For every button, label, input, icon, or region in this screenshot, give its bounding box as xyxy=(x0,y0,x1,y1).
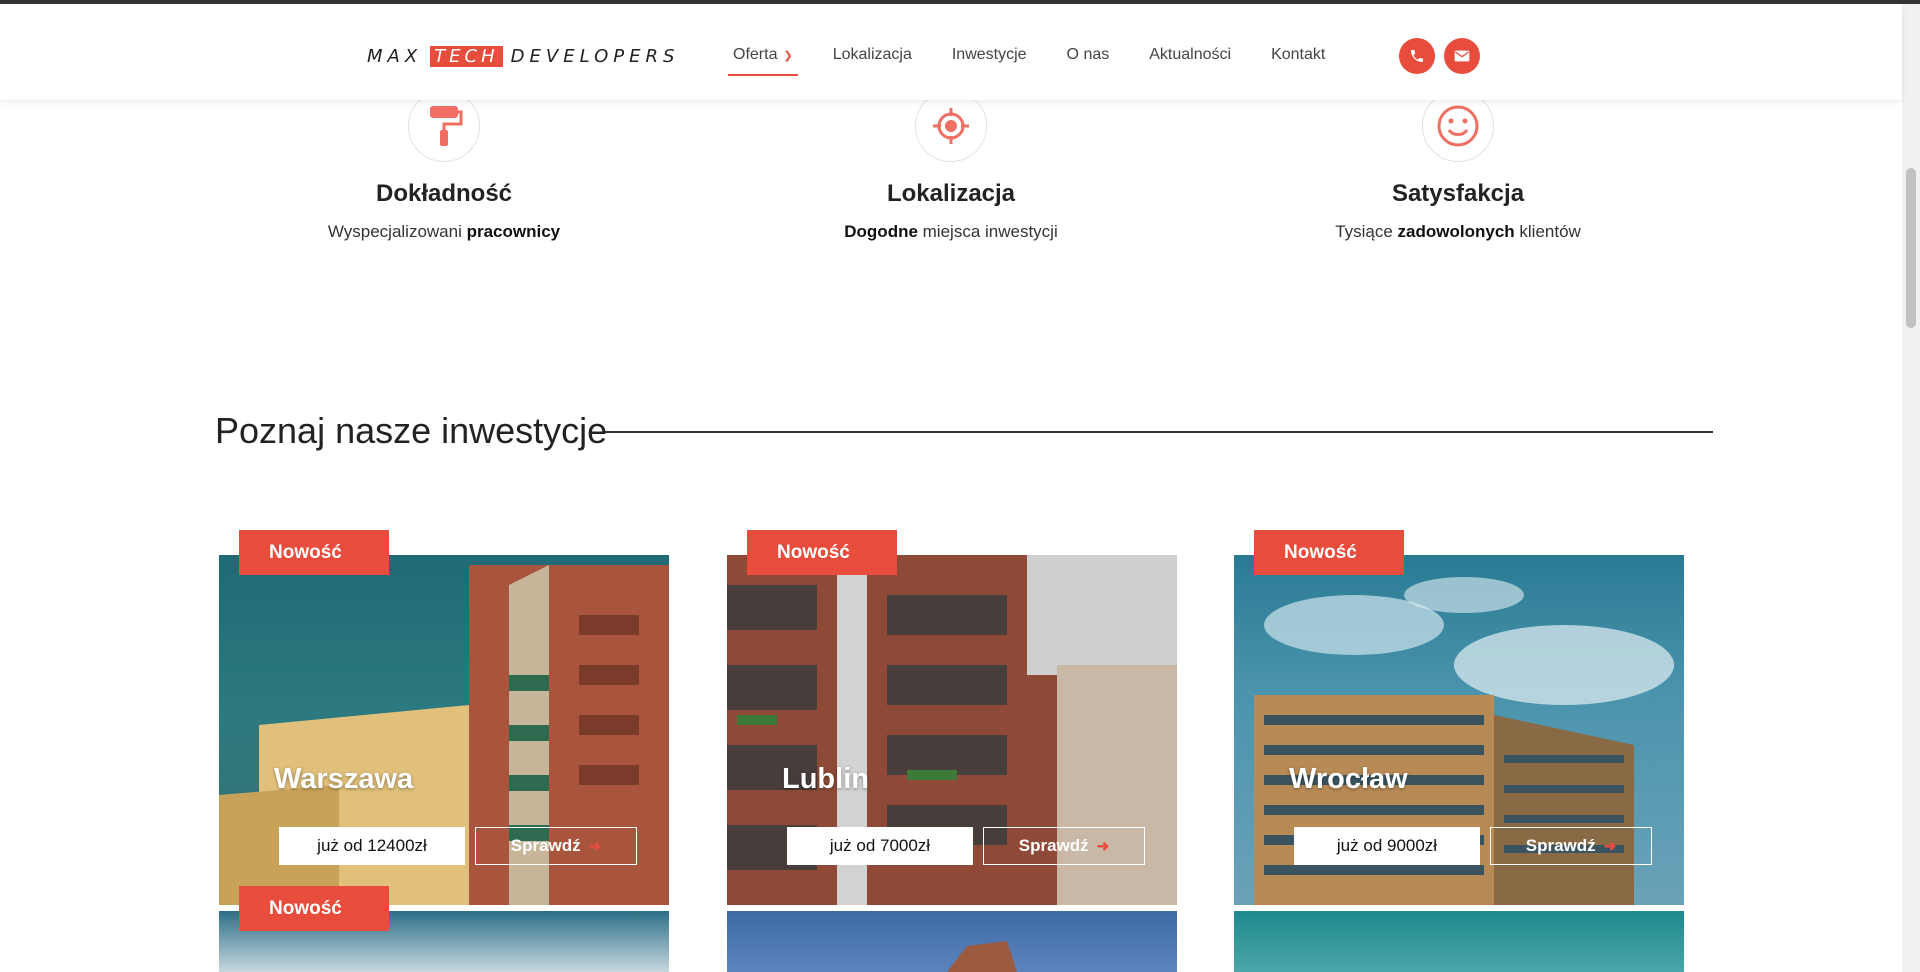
phone-button[interactable] xyxy=(1399,38,1435,74)
target-icon xyxy=(915,90,987,162)
nav-item-inwestycje[interactable]: Inwestycje xyxy=(947,42,1032,76)
building-image xyxy=(1234,911,1684,972)
building-image xyxy=(727,911,1177,972)
site-header: MAX TECH DEVELOPERS Oferta ❯ Lokalizacja … xyxy=(0,4,1902,100)
feature-description: Dogodne miejsca inwestycji xyxy=(844,222,1058,241)
feature-title: Lokalizacja xyxy=(886,180,1016,207)
feature-dokladnosc: Dokładność Wyspecjalizowani pracownicy xyxy=(224,90,664,242)
nav-item-aktualnosci[interactable]: Aktualności xyxy=(1144,42,1236,76)
smile-icon xyxy=(1422,90,1494,162)
check-button-label: Sprawdź xyxy=(1018,836,1089,855)
new-badge: Nowość xyxy=(747,530,897,575)
feature-lokalizacja: Lokalizacja Dogodne miejsca inwestycji xyxy=(731,90,1171,242)
feature-description: Wyspecjalizowani pracownicy xyxy=(327,222,561,241)
feature-title: Dokładność xyxy=(375,180,513,207)
new-badge: Nowość xyxy=(239,886,389,931)
nav-item-kontakt[interactable]: Kontakt xyxy=(1266,42,1330,76)
card-city: Lublin xyxy=(782,763,869,795)
price-label: już od 9000zł xyxy=(1294,827,1480,865)
nav-item-oferta[interactable]: Oferta ❯ xyxy=(728,42,798,76)
check-button-label: Sprawdź xyxy=(1525,836,1596,855)
mail-button[interactable] xyxy=(1444,38,1480,74)
nav-item-o-nas[interactable]: O nas xyxy=(1062,42,1115,76)
section-divider xyxy=(605,431,1713,433)
price-label: już od 12400zł xyxy=(279,827,465,865)
investment-card-wroclaw[interactable]: Wrocław już od 9000zł Sprawdź ➜ xyxy=(1234,555,1684,905)
chevron-down-icon: ❯ xyxy=(783,50,793,62)
feature-description: Tysiące zadowolonych klientów xyxy=(1335,222,1581,241)
investment-card-lublin[interactable]: Lublin już od 7000zł Sprawdź ➜ xyxy=(727,555,1177,905)
logo[interactable]: MAX TECH DEVELOPERS xyxy=(367,42,679,70)
check-button[interactable]: Sprawdź ➜ xyxy=(475,827,637,865)
main-nav: Oferta ❯ Lokalizacja Inwestycje O nas Akt… xyxy=(728,42,1360,76)
investment-card[interactable] xyxy=(727,911,1177,972)
mail-icon xyxy=(1454,50,1470,62)
new-badge: Nowość xyxy=(239,530,389,575)
check-button[interactable]: Sprawdź ➜ xyxy=(983,827,1145,865)
arrow-right-icon: ➜ xyxy=(1603,838,1617,855)
feature-title: Satysfakcja xyxy=(1391,180,1525,207)
logo-text-developers: DEVELOPERS xyxy=(510,45,680,67)
arrow-right-icon: ➜ xyxy=(588,838,602,855)
new-badge: Nowość xyxy=(1254,530,1404,575)
card-city: Wrocław xyxy=(1289,763,1408,795)
check-button[interactable]: Sprawdź ➜ xyxy=(1490,827,1652,865)
investment-card-warszawa[interactable]: Warszawa już od 12400zł Sprawdź ➜ xyxy=(219,555,669,905)
scrollbar-thumb[interactable] xyxy=(1906,168,1916,328)
arrow-right-icon: ➜ xyxy=(1096,838,1110,855)
card-city: Warszawa xyxy=(274,763,414,795)
page-scrollbar[interactable] xyxy=(1902,4,1920,972)
section-title: Poznaj nasze inwestycje xyxy=(215,410,608,451)
phone-icon xyxy=(1411,50,1423,62)
paint-roller-icon xyxy=(408,90,480,162)
investment-card[interactable] xyxy=(1234,911,1684,972)
check-button-label: Sprawdź xyxy=(510,836,581,855)
nav-label: Oferta xyxy=(733,46,778,63)
feature-satysfakcja: Satysfakcja Tysiące zadowolonych klientó… xyxy=(1238,90,1678,242)
logo-text-tech: TECH xyxy=(430,45,503,67)
logo-text-max: MAX xyxy=(367,45,423,67)
nav-item-lokalizacja[interactable]: Lokalizacja xyxy=(828,42,917,76)
price-label: już od 7000zł xyxy=(787,827,973,865)
